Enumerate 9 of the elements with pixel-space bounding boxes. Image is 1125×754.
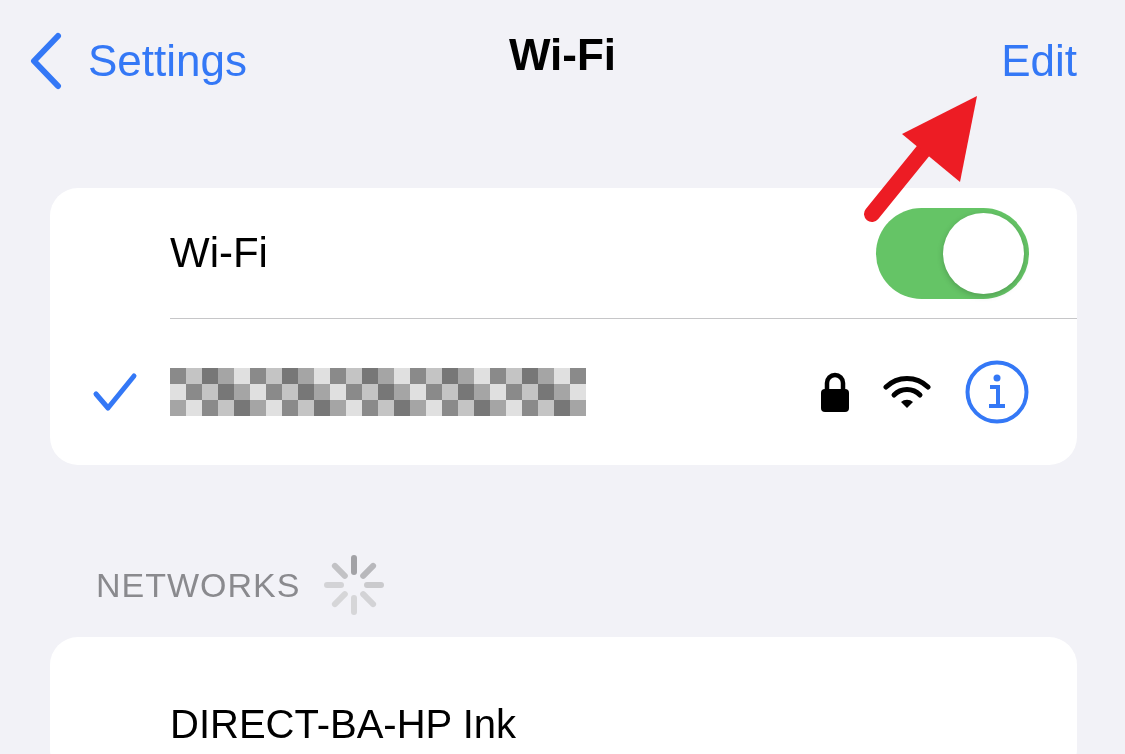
edit-link[interactable]: Edit	[1001, 36, 1077, 86]
back-chevron-icon	[28, 32, 62, 90]
wifi-label: Wi-Fi	[170, 229, 269, 277]
networks-header: NETWORKS	[96, 565, 301, 605]
back-button[interactable]: Settings	[28, 32, 247, 90]
wifi-signal-icon	[883, 375, 931, 409]
page-title: Wi-Fi	[508, 30, 617, 79]
info-icon[interactable]	[965, 360, 1029, 424]
network-name[interactable]: DIRECT-BA-HP Ink	[170, 702, 1029, 747]
